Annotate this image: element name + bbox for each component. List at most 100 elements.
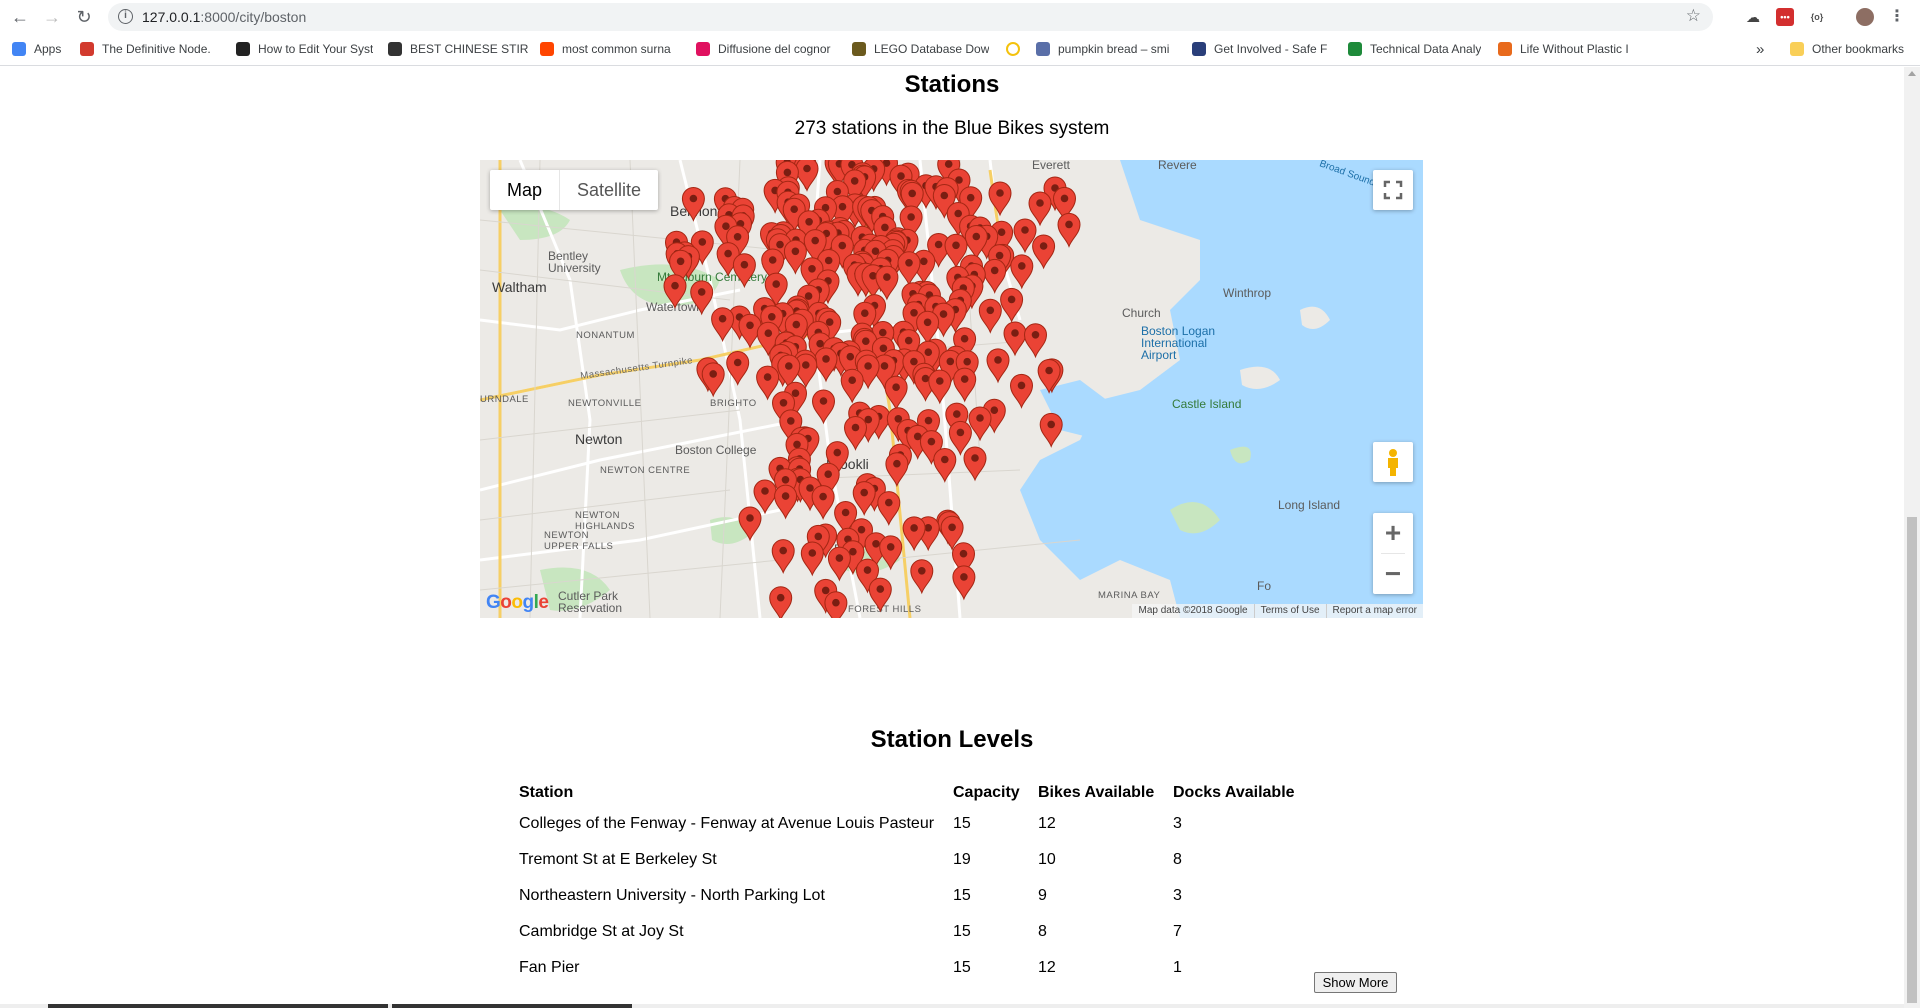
table-row: Tremont St at E Berkeley St 19 10 8 — [515, 842, 1319, 878]
capacity-cell: 15 — [953, 959, 971, 976]
zoom-control: + − — [1373, 513, 1413, 594]
map-label-church: Church — [1122, 306, 1161, 320]
zoom-out-button[interactable]: − — [1373, 554, 1413, 594]
map-label-newton-highlands: NEWTON HIGHLANDS — [575, 510, 635, 532]
docks-available-cell: 3 — [1173, 815, 1182, 832]
profile-avatar[interactable] — [1856, 8, 1874, 26]
map-label-castle-island: Castle Island — [1172, 397, 1242, 411]
station-name-cell: Fan Pier — [519, 959, 580, 976]
back-arrow-icon[interactable]: ← — [8, 5, 32, 29]
bookmark-item[interactable] — [1006, 40, 1026, 58]
map-attribution: Map data ©2018 Google Terms of Use Repor… — [1132, 604, 1423, 618]
lego-icon — [852, 42, 866, 56]
map-label-franklin-zoo: Frank rk Zoo — [834, 542, 903, 556]
bookmark-label: Technical Data Analy — [1370, 42, 1482, 56]
stations-map[interactable]: Belmont Everett Revere Broad Sound Bentl… — [480, 160, 1423, 618]
map-label-winthrop: Winthrop — [1223, 286, 1272, 300]
map-label-fo: Fo — [1257, 579, 1272, 593]
address-bar[interactable]: i 127.0.0.1:8000/city/boston ☆ — [108, 3, 1713, 31]
map-label-revere: Revere — [1158, 160, 1197, 172]
bookmark-item[interactable]: Diffusione del cognor — [696, 40, 836, 58]
capacity-cell: 19 — [953, 851, 971, 868]
reload-icon[interactable]: ↻ — [72, 5, 96, 29]
map-base-tiles — [480, 160, 1423, 618]
url-text[interactable]: 127.0.0.1:8000/city/boston — [142, 9, 306, 25]
map-label-bentley: Bentley University — [548, 249, 601, 275]
column-header-station: Station — [519, 783, 574, 801]
scrollbar-thumb[interactable] — [1907, 517, 1917, 1003]
bookmark-item[interactable]: Apps — [12, 40, 68, 58]
forward-arrow-icon[interactable]: → — [40, 5, 64, 29]
page-content: Stations 273 stations in the Blue Bikes … — [0, 67, 1904, 1008]
map-label-newton-centre: NEWTON CENTRE — [600, 465, 691, 476]
fullscreen-icon[interactable] — [1373, 170, 1413, 210]
flag-icon — [1348, 42, 1362, 56]
bookmark-star-icon[interactable]: ☆ — [1686, 6, 1701, 26]
bookmark-item[interactable]: How to Edit Your Syst — [236, 40, 376, 58]
more-bookmarks-chevron-icon[interactable]: » — [1756, 40, 1764, 58]
bikes-available-cell: 12 — [1038, 959, 1056, 976]
node-icon — [80, 42, 94, 56]
show-more-button[interactable]: Show More — [1314, 972, 1397, 993]
map-label-marina-bay: MARINA BAY — [1098, 590, 1161, 601]
map-label-boston-college: Boston College — [675, 443, 757, 457]
docks-available-cell: 7 — [1173, 923, 1182, 940]
star-person-icon — [1192, 42, 1206, 56]
capacity-cell: 15 — [953, 923, 971, 940]
table-row: Cambridge St at Joy St 15 8 7 — [515, 914, 1319, 950]
other-bookmarks-folder[interactable]: Other bookmarks — [1790, 40, 1904, 58]
bookmark-item[interactable]: most common surna — [540, 40, 680, 58]
map-label-cutler-park: Cutler Park Reservation — [558, 589, 623, 615]
map-label-brighton: BRIGHTO — [710, 398, 757, 409]
capacity-cell: 15 — [953, 815, 971, 832]
docks-available-cell: 8 — [1173, 851, 1182, 868]
station-name-cell: Colleges of the Fenway - Fenway at Avenu… — [519, 815, 935, 832]
table-row: Fan Pier 15 12 1 — [515, 950, 1319, 986]
map-data-credit: Map data ©2018 Google — [1138, 605, 1248, 616]
bookmark-label: Diffusione del cognor — [718, 42, 831, 56]
map-label-belmont: Belmont — [670, 203, 722, 219]
bookmark-item[interactable]: BEST CHINESE STIR F — [388, 40, 528, 58]
bookmark-item[interactable]: Get Involved - Safe F — [1192, 40, 1332, 58]
table-row: Colleges of the Fenway - Fenway at Avenu… — [515, 806, 1319, 842]
bookmark-item[interactable]: pumpkin bread – smi — [1036, 40, 1176, 58]
bookmark-item[interactable]: Technical Data Analy — [1348, 40, 1488, 58]
bookmark-label: Get Involved - Safe F — [1214, 42, 1328, 56]
bookmark-item[interactable]: The Definitive Node. — [80, 40, 220, 58]
report-map-error-link[interactable]: Report a map error — [1325, 604, 1423, 618]
person-icon — [388, 42, 402, 56]
extension-cloud-icon[interactable]: ☁ — [1744, 8, 1762, 26]
map-label-brookline: Brookli — [826, 456, 869, 472]
bookmark-item[interactable]: LEGO Database Dow — [852, 40, 992, 58]
extension-json-icon[interactable]: {o} — [1808, 8, 1826, 26]
map-type-satellite-button[interactable]: Satellite — [560, 170, 658, 210]
station-name-cell: Tremont St at E Berkeley St — [519, 851, 717, 868]
bookmark-label: LEGO Database Dow — [874, 42, 990, 56]
bikes-available-cell: 10 — [1038, 851, 1056, 868]
google-logo: Google — [486, 592, 549, 613]
page-bottom-edge — [0, 1004, 1904, 1008]
htg-icon — [236, 42, 250, 56]
map-type-control: Map Satellite — [490, 170, 659, 210]
bookmark-item[interactable]: Life Without Plastic I — [1498, 40, 1638, 58]
map-label-urndale: URNDALE — [480, 394, 529, 405]
bookmark-label: How to Edit Your Syst — [258, 42, 374, 56]
page-scrollbar[interactable] — [1904, 67, 1920, 1008]
menu-dots-icon[interactable]: ⋮ — [1888, 8, 1906, 26]
bikes-available-cell: 8 — [1038, 923, 1047, 940]
map-label-everett: Everett — [1032, 160, 1071, 172]
map-label-logan-airport: Boston Logan International Airport — [1141, 324, 1216, 362]
url-host: 127.0.0.1 — [142, 9, 201, 25]
docks-available-cell: 3 — [1173, 887, 1182, 904]
map-type-map-button[interactable]: Map — [490, 170, 561, 210]
pegman-street-view-icon[interactable] — [1373, 442, 1413, 482]
scroll-up-arrow-icon[interactable] — [1908, 71, 1916, 76]
terms-of-use-link[interactable]: Terms of Use — [1253, 604, 1326, 618]
zoom-in-button[interactable]: + — [1373, 513, 1413, 553]
map-label-forest-hills: FOREST HILLS — [848, 604, 922, 615]
column-header-capacity: Capacity — [953, 783, 1020, 801]
info-icon[interactable]: i — [118, 9, 133, 24]
station-levels-table: Station Capacity Bikes Available Docks A… — [515, 779, 1319, 986]
map-label-watertown: Watertown — [646, 300, 703, 314]
extension-red-icon[interactable]: ••• — [1776, 8, 1794, 26]
